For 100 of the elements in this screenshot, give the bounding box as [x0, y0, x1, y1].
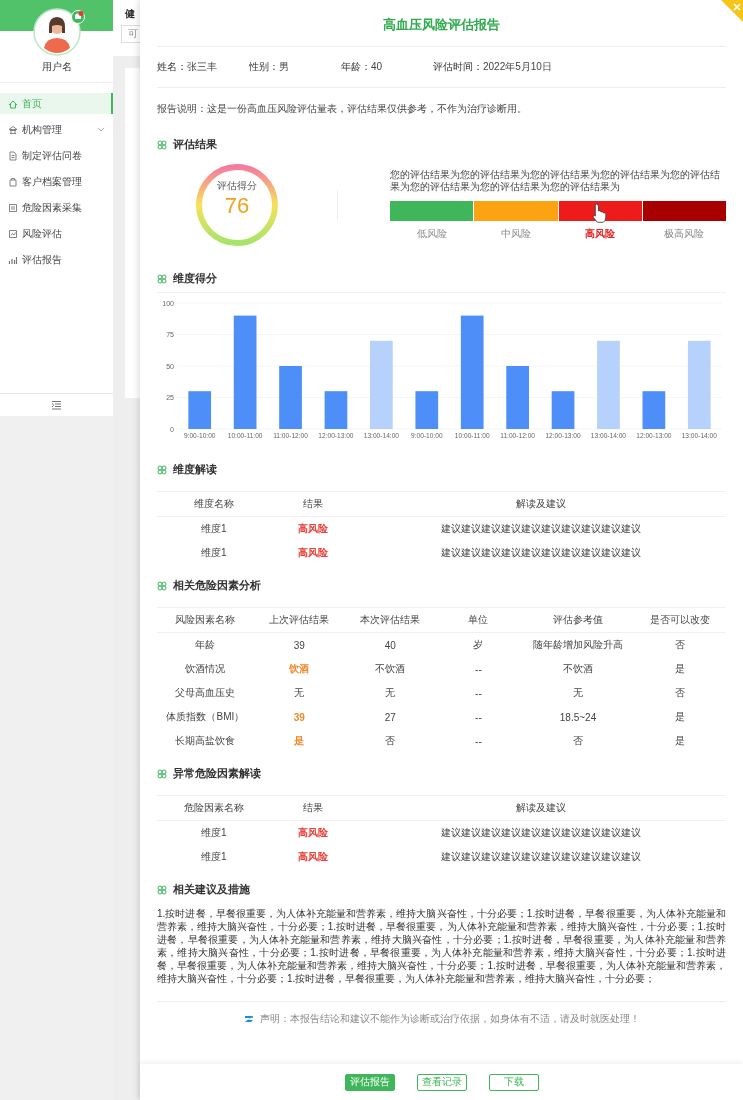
risk-label: 高风险	[585, 227, 616, 241]
score-value: 76	[224, 193, 250, 219]
table-cell: 维度1	[201, 522, 227, 536]
table-cell: 否	[573, 734, 583, 748]
menu-item[interactable]: 客户档案管理	[0, 171, 113, 192]
clover-icon	[157, 139, 167, 150]
risk-label: 极高风险	[664, 227, 705, 241]
table-cell: 饮酒	[289, 662, 310, 676]
info-label: 性别：	[249, 61, 279, 72]
risk-label: 低风险	[416, 227, 447, 241]
report-note: 报告说明：这是一份高血压风险评估量表，评估结果仅供参考，不作为治疗诊断用。	[157, 102, 528, 116]
info-label: 年龄：	[341, 61, 371, 72]
table-cell: 建议建议建议建议建议建议建议建议建议建议	[441, 826, 642, 840]
page-title: 健	[125, 7, 136, 21]
section-title: 维度解读	[173, 462, 217, 477]
building-icon	[8, 124, 18, 135]
info-value: 2022年5月10日	[483, 61, 552, 72]
table-cell: 不饮酒	[563, 662, 593, 676]
table-cell: 维度1	[201, 850, 227, 864]
menu-item[interactable]: 评估报告	[0, 249, 113, 270]
avatar-icon	[32, 8, 81, 56]
table-cell: 建议建议建议建议建议建议建议建议建议建议	[441, 850, 642, 864]
clover-icon	[157, 580, 167, 591]
advice-text: 1.按时进餐，早餐很重要，为人体补充能量和营养素，维持大脑兴奋性，十分必要；1.按时进餐，早餐很重要，为人体补充能量和营养素，维持大脑兴奋性，十分必要；1.按时进餐，早餐很重要，为人体补充能量和营养素，维持大脑兴奋性，十分必要；1.按时进餐，早餐很重要，为人体补充能量和营养素，维持大脑兴奋性，十分必要；1.按时进餐，早餐很重要，为人体补充能量和营养素，维持大脑兴奋性，十分必要；1.按时进餐，早餐很重要，为人体补充能量和营养素，维持大脑兴奋性，十分必要；1.按时进餐，早餐很重要，为人体补充能量和营养素，维持大脑兴奋性，十分必要；1.按时进餐，早餐很重要，为人体补充能量和营养素，维持大脑兴奋性，十分必要；1.按时进餐，早餐很重要，为人体补充能量和营养素，维持大脑兴奋性，十分必要；	[157, 907, 726, 985]
column-header: 单位	[468, 613, 489, 627]
table-cell: 是	[294, 734, 305, 748]
table-cell: 建议建议建议建议建议建议建议建议建议建议	[441, 522, 642, 536]
column-header: 解读及建议	[516, 497, 567, 511]
table-cell: --	[475, 711, 482, 723]
briefcase-icon	[8, 176, 18, 187]
table-cell: 岁	[473, 638, 484, 652]
column-header: 结果	[303, 497, 324, 511]
info-value: 40	[371, 61, 383, 72]
column-header: 评估参考值	[553, 613, 603, 627]
table-cell: 建议建议建议建议建议建议建议建议建议建议	[441, 546, 642, 560]
form-icon	[8, 202, 18, 213]
section-title: 异常危险因素解读	[173, 766, 261, 781]
clover-icon	[157, 273, 167, 284]
column-header: 危险因素名称	[183, 801, 244, 815]
info-label: 姓名：	[157, 61, 187, 72]
table-cell: 否	[385, 734, 396, 748]
menu-item[interactable]: 危险因素采集	[0, 197, 113, 218]
table-cell: 高风险	[298, 546, 329, 560]
clover-icon	[157, 768, 167, 779]
table-cell: 随年龄增加风险升高	[533, 638, 623, 652]
table-cell: 长期高盐饮食	[175, 734, 236, 748]
disclaimer-text: 声明：本报告结论和建议不能作为诊断或治疗依据，如身体有不适，请及时就医处理！	[259, 1012, 640, 1026]
collapse-icon[interactable]	[51, 400, 62, 410]
bar-chart-icon	[8, 254, 18, 265]
table-cell: 39	[293, 639, 305, 651]
table-cell: 高风险	[298, 850, 329, 864]
menu-item[interactable]: 制定评估问卷	[0, 145, 113, 166]
user-name: 用户名	[41, 60, 72, 74]
column-header: 上次评估结果	[269, 613, 330, 627]
table-cell: 饮酒情况	[185, 662, 226, 676]
table-cell: 否	[675, 686, 686, 700]
menu-item[interactable]: 风险评估	[0, 223, 113, 244]
table-cell: 是	[675, 662, 686, 676]
chart-icon	[8, 228, 18, 239]
column-header: 本次评估结果	[360, 613, 421, 627]
home-icon	[8, 98, 18, 109]
table-cell: 维度1	[201, 826, 227, 840]
table-cell: --	[475, 735, 482, 747]
table-cell: --	[475, 663, 482, 675]
table-cell: --	[475, 687, 482, 699]
menu-item[interactable]: 机构管理	[0, 119, 113, 140]
section-title: 评估结果	[173, 137, 217, 152]
table-cell: 27	[384, 711, 396, 723]
table-cell: 父母高血压史	[175, 686, 236, 700]
table-cell: 无	[294, 686, 305, 700]
info-value: 男	[279, 61, 289, 72]
column-header: 维度名称	[193, 497, 234, 511]
table-cell: 否	[675, 638, 686, 652]
column-header: 是否可以改变	[650, 613, 711, 627]
table-cell: 无	[573, 686, 583, 700]
table-cell: 高风险	[298, 826, 329, 840]
table-cell: 不饮酒	[375, 662, 406, 676]
score-label: 评估得分	[217, 179, 257, 193]
column-header: 结果	[303, 801, 324, 815]
table-cell: 体质指数（BMI）	[166, 710, 245, 724]
table-cell: 39	[293, 711, 305, 723]
table-cell: 年龄	[195, 638, 216, 652]
result-text: 您的评估结果为您的评估结果为您的评估结果为您的评估结果为您的评估结果为您的评估结果为您的评估结果为您的评估结果为	[390, 169, 721, 193]
table-cell: 高风险	[298, 522, 329, 536]
table-cell: 是	[675, 734, 686, 748]
risk-label: 中风险	[500, 227, 531, 241]
section-title: 相关建议及措施	[173, 882, 250, 897]
table-cell: 40	[384, 639, 396, 651]
clover-icon	[157, 884, 167, 895]
column-header: 解读及建议	[516, 801, 567, 815]
table-cell: 无	[385, 686, 396, 700]
info-value: 张三丰	[187, 61, 217, 72]
column-header: 风险因素名称	[175, 613, 236, 627]
table-cell: 18.5~24	[559, 711, 597, 723]
info-label: 评估时间：	[433, 61, 483, 72]
section-title: 相关危险因素分析	[173, 578, 261, 593]
clover-icon	[157, 464, 167, 475]
table-cell: 是	[675, 710, 686, 724]
document-icon	[8, 150, 18, 161]
logo-icon	[243, 1014, 254, 1024]
